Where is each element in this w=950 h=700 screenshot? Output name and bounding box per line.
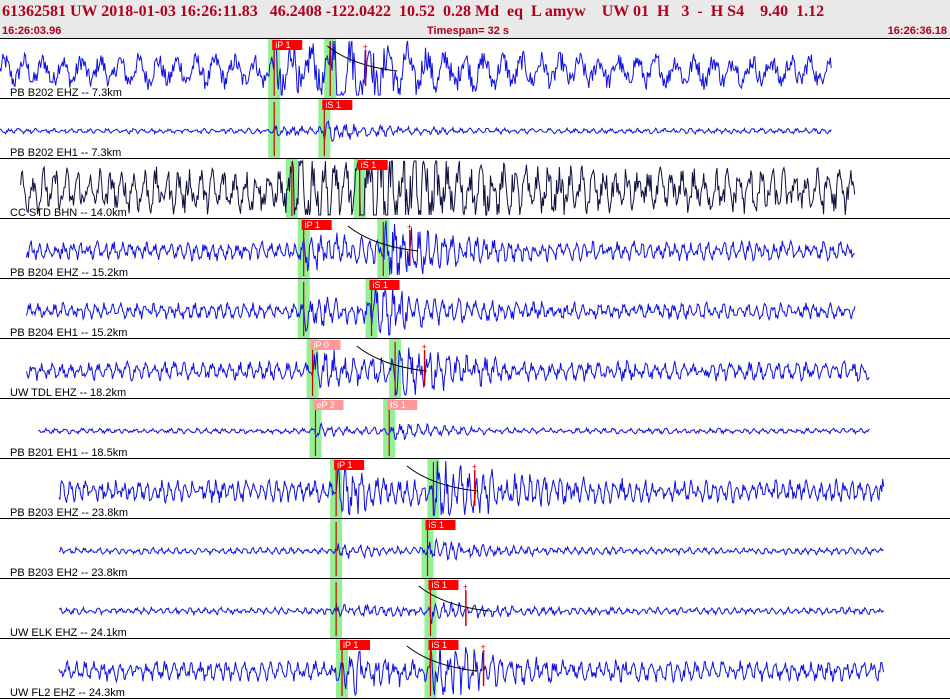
s-pick-label: iS 1 [373,280,389,290]
seismogram-panel[interactable]: PB B202 EHZ -- 7.3km iP 1 + PB B202 EH1 -- … [0,38,950,700]
s-pick-label: iS 1 [361,160,377,170]
waveform-trace [26,220,855,276]
event-title: 61362581 UW 2018-01-03 16:26:11.83 46.24… [2,3,825,20]
coda-curve [406,465,477,492]
waveform-trace [26,282,856,336]
waveform-trace [20,159,856,216]
p-pick-label: iP 1 [337,460,352,470]
s-pick-label: iS 1 [431,640,447,650]
s-pick-label: iS 1 [390,400,406,410]
station-label: PB B204 EHZ -- 15.2km [10,267,128,279]
station-label: UW ELK EHZ -- 24.1km [10,627,127,639]
p-pick-label: iP 1 [275,40,290,50]
waveform-trace [58,601,884,625]
waveform-trace [26,347,870,396]
start-time: 16:26:03.96 [2,25,62,37]
waveform-trace [0,120,832,143]
station-label: CC STD BHN -- 14.0km [10,207,127,219]
s-pick-label: iS 1 [429,520,445,530]
s-pick-label: iS 1 [431,580,447,590]
amplitude-marker: + [422,342,427,352]
amplitude-marker: + [472,462,477,472]
station-label: PB B203 EHZ -- 23.8km [10,507,128,519]
s-pick-label: iS 1 [325,100,341,110]
pick-highlight-layer [268,39,440,698]
station-label: PB B202 EHZ -- 7.3km [10,87,122,99]
station-label: PB B202 EH1 -- 7.3km [10,147,121,159]
end-time: 16:26:36.18 [887,25,947,37]
waveform-trace [0,40,832,96]
header-bar: 61362581 UW 2018-01-03 16:26:11.83 46.24… [0,0,950,38]
amplitude-marker: + [407,222,412,232]
station-label: PB B201 EH1 -- 18.5km [10,447,127,459]
amplitude-marker: + [463,582,468,592]
p-pick-label: eP 2 [316,400,334,410]
trace-layer [0,40,885,697]
timespan-label: Timespan= 32 s [427,25,510,37]
waveform-trace [58,537,884,561]
amplitude-marker: + [481,642,486,652]
p-pick-label: iP 1 [305,220,320,230]
station-label: UW FL2 EHZ -- 24.3km [10,687,125,699]
p-pick-label: iP 1 [343,640,358,650]
station-label: UW TDL EHZ -- 18.2km [10,387,126,399]
p-pick-label: iP 0 [314,340,329,350]
amplitude-marker: + [363,42,368,52]
waveform-trace [38,422,870,441]
station-label: PB B203 EH2 -- 23.8km [10,567,127,579]
waveform-trace [58,641,885,697]
station-label: PB B204 EH1 -- 15.2km [10,327,127,339]
